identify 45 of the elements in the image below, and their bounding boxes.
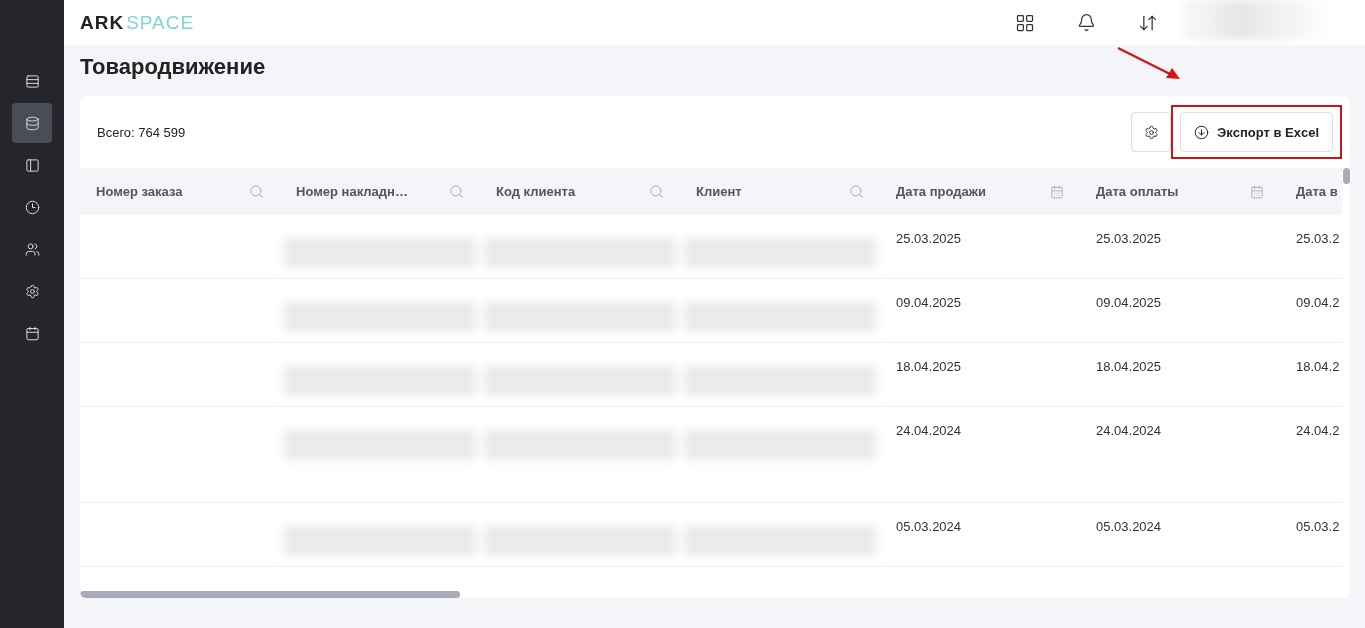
panel-icon: [24, 157, 40, 173]
bell-icon: [1077, 13, 1096, 32]
table-cell: 05.03.2: [1296, 519, 1340, 534]
column-header: Номер заказа: [96, 184, 183, 199]
table-cell: 09.04.2025: [1096, 295, 1162, 310]
table-cell: 05.03.2024: [896, 519, 962, 534]
column-header: Дата оплаты: [1096, 184, 1179, 199]
column-header: Клиент: [696, 184, 742, 199]
vertical-scrollbar[interactable]: [1343, 168, 1350, 184]
table-cell: 09.04.2: [1296, 295, 1340, 310]
export-button[interactable]: Экспорт в Excel: [1180, 112, 1333, 152]
column-header: Номер накладн…: [296, 184, 408, 199]
settings-icon: [1143, 124, 1159, 140]
table-cell: 18.04.2: [1296, 359, 1340, 374]
table-cell: 09.04.2025: [896, 295, 962, 310]
column-header: Дата в: [1296, 184, 1338, 199]
rows-icon: [24, 73, 40, 89]
grid-icon: [1015, 12, 1035, 33]
total-count: Всего: 764 599: [97, 124, 186, 140]
users-icon: [24, 241, 40, 257]
table-cell: 24.04.2024: [1096, 423, 1162, 438]
column-header: Дата продажи: [896, 184, 986, 199]
notifications-button[interactable]: [1077, 13, 1096, 32]
calendar-icon: [24, 325, 40, 341]
sidebar-item[interactable]: [12, 103, 52, 143]
page-title: Товародвижение: [80, 53, 266, 81]
horizontal-scrollbar[interactable]: [80, 591, 460, 598]
settings-button[interactable]: [1131, 112, 1172, 152]
download-icon: [1194, 124, 1210, 140]
table-cell: 25.03.2: [1296, 231, 1340, 246]
table-cell: 24.04.2: [1296, 423, 1340, 438]
table-cell: 05.03.2024: [1096, 519, 1162, 534]
annotation-arrow: [1116, 46, 1182, 82]
database-icon: [24, 115, 40, 131]
table-cell: 24.04.2024: [896, 423, 962, 438]
table-cell: 25.03.2025: [1096, 231, 1162, 246]
logo: SPACE: [126, 11, 195, 34]
table-cell: 25.03.2025: [896, 231, 962, 246]
apps-button[interactable]: [1015, 12, 1035, 33]
clock-icon: [24, 199, 40, 215]
column-header: Код клиента: [496, 184, 576, 199]
table-cell: 18.04.2025: [1096, 359, 1162, 374]
logo: ARK: [80, 11, 125, 34]
settings-icon: [24, 283, 40, 299]
table-cell: 18.04.2025: [896, 359, 962, 374]
